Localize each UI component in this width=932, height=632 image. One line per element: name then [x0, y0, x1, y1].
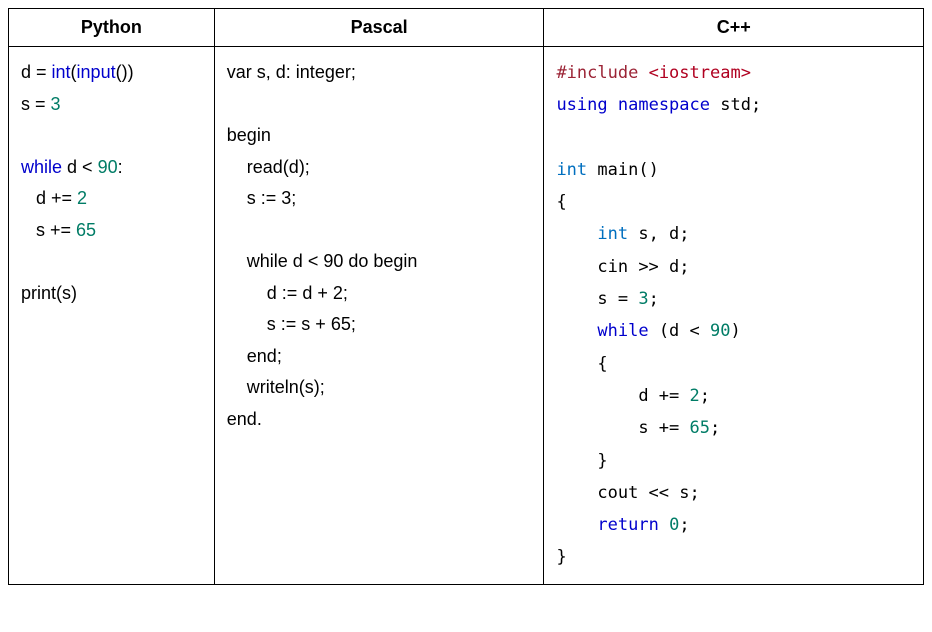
cell-python: d = int(input()) s = 3 while d < 90: d +…	[9, 47, 215, 585]
code-comparison-table: Python Pascal C++ d = int(input()) s = 3…	[8, 8, 924, 585]
header-pascal: Pascal	[214, 9, 544, 47]
cell-cpp: #include <iostream> using namespace std;…	[544, 47, 924, 585]
pascal-code: var s, d: integer; begin read(d); s := 3…	[227, 57, 532, 435]
header-python: Python	[9, 9, 215, 47]
python-code: d = int(input()) s = 3 while d < 90: d +…	[21, 57, 202, 309]
cpp-code: #include <iostream> using namespace std;…	[556, 57, 911, 574]
header-cpp: C++	[544, 9, 924, 47]
cell-pascal: var s, d: integer; begin read(d); s := 3…	[214, 47, 544, 585]
